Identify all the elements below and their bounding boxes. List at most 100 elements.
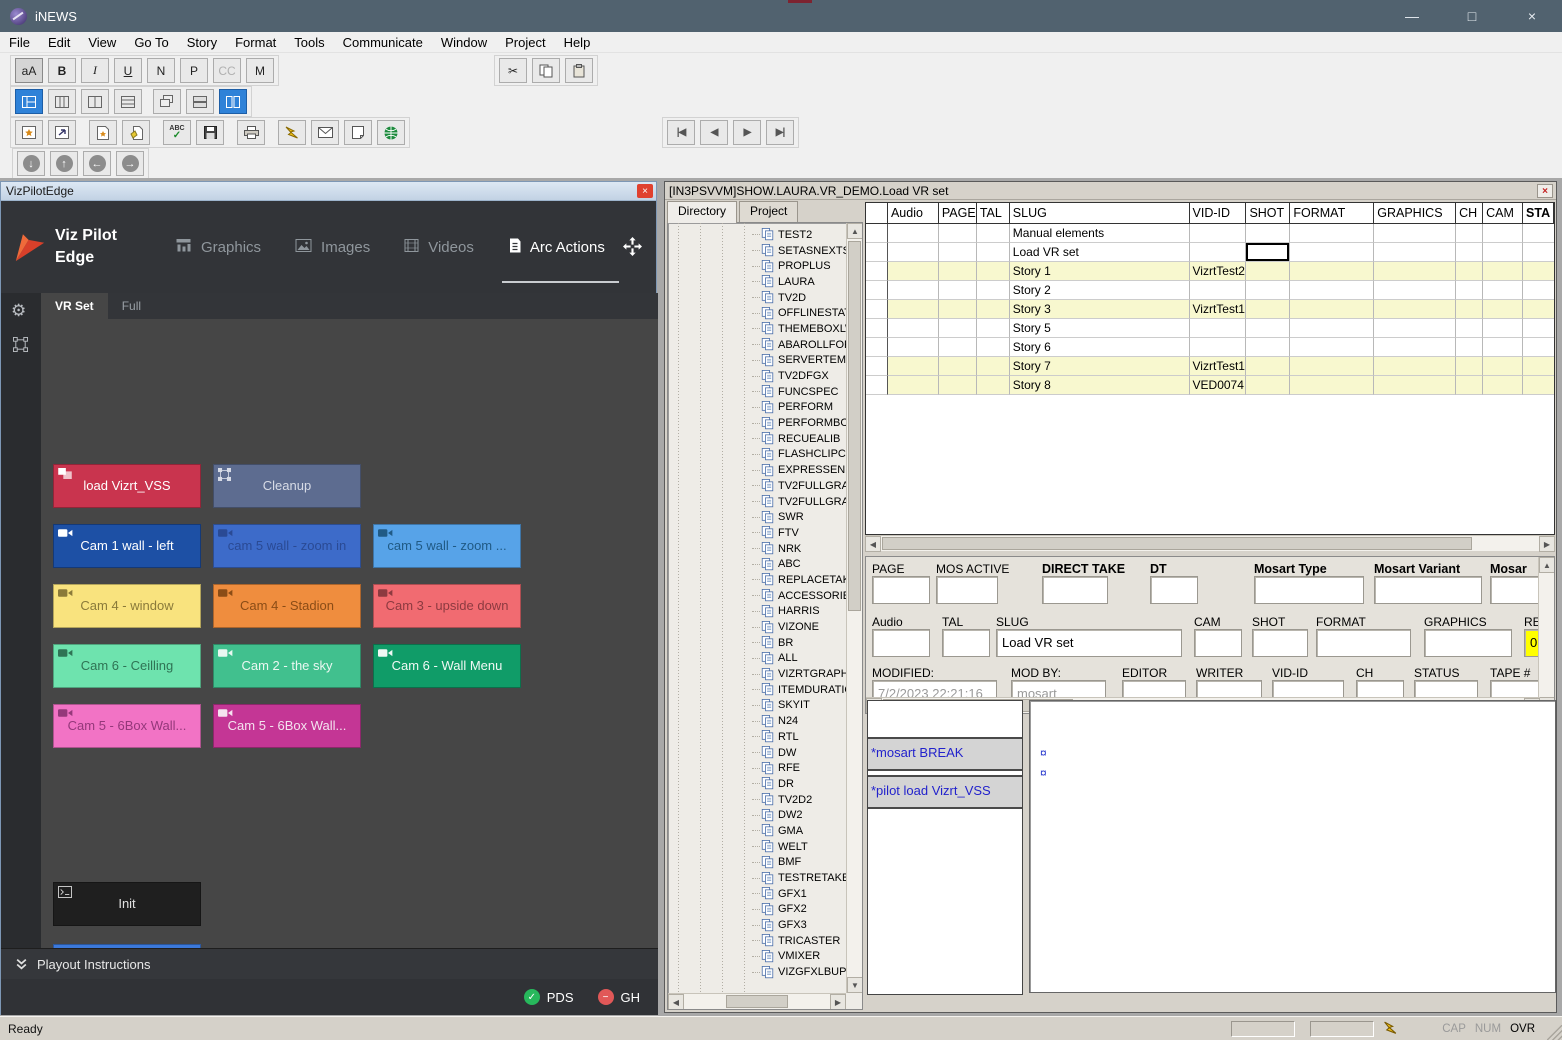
- viz-nav-item[interactable]: Arc Actions: [508, 225, 605, 269]
- tree-item[interactable]: TESTRETAKE: [668, 870, 846, 886]
- menu-item[interactable]: Help: [555, 33, 600, 52]
- arc-action-button[interactable]: Cam 5 - 6Box Wall...: [53, 704, 201, 748]
- rundown-row[interactable]: Story 8 VED0074: [866, 376, 1554, 395]
- menu-item[interactable]: View: [79, 33, 125, 52]
- tree-item[interactable]: TV2FULLGRAPH: [668, 494, 846, 510]
- rundown-row[interactable]: Manual elements: [866, 224, 1554, 243]
- arc-action-button[interactable]: Cam 6 - Wall Menu: [373, 644, 521, 688]
- arc-action-button[interactable]: Cam 4 - Stadion: [213, 584, 361, 628]
- scroll-thumb[interactable]: [848, 241, 861, 611]
- row-selector[interactable]: [866, 319, 888, 338]
- column-header[interactable]: Audio: [888, 203, 939, 224]
- queue-close-icon[interactable]: ×: [1537, 184, 1553, 198]
- arc-action-button[interactable]: Cam 2 - the sky: [213, 644, 361, 688]
- viz-nav-item[interactable]: Videos: [404, 225, 474, 269]
- tree-item[interactable]: GFX3: [668, 917, 846, 933]
- rundown-row[interactable]: Load VR set: [866, 243, 1554, 262]
- story-favorite-icon[interactable]: [89, 120, 117, 145]
- column-header[interactable]: VID-ID: [1190, 203, 1247, 224]
- rundown-row[interactable]: Story 2: [866, 281, 1554, 300]
- tree-item[interactable]: ACCESSORIES: [668, 588, 846, 604]
- tree-item[interactable]: THEMEBOXLWD: [668, 321, 846, 337]
- settings-gear-icon[interactable]: ⚙: [11, 301, 26, 321]
- tree-item[interactable]: NRK: [668, 541, 846, 557]
- tree-item[interactable]: TV2DFGX: [668, 368, 846, 384]
- tree-item[interactable]: ITEMDURATIO: [668, 682, 846, 698]
- tree-item[interactable]: EXPRESSEN: [668, 462, 846, 478]
- tree-item[interactable]: RFE: [668, 760, 846, 776]
- menu-item[interactable]: Format: [226, 33, 285, 52]
- scroll-up-icon[interactable]: ▲: [1539, 557, 1555, 573]
- form-field-input[interactable]: [942, 629, 990, 657]
- format-button[interactable]: N: [147, 58, 175, 83]
- rundown-row[interactable]: Story 7 VizrtTest1: [866, 357, 1554, 376]
- scroll-thumb[interactable]: [882, 537, 1472, 550]
- arrow-button[interactable]: ↑: [50, 151, 78, 176]
- rundown-row[interactable]: Story 6: [866, 338, 1554, 357]
- tree-item[interactable]: OFFLINESTATU: [668, 305, 846, 321]
- menu-item[interactable]: Story: [178, 33, 226, 52]
- row-selector[interactable]: [866, 224, 888, 243]
- form-field-input[interactable]: [1316, 629, 1411, 657]
- tree-item[interactable]: FUNCSPEC: [668, 384, 846, 400]
- tree-item[interactable]: HARRIS: [668, 604, 846, 620]
- tree-item[interactable]: TEST2: [668, 227, 846, 243]
- row-selector[interactable]: [866, 357, 888, 376]
- tree-item[interactable]: GFX1: [668, 886, 846, 902]
- tree-item[interactable]: VIZGFXLBUPC: [668, 964, 846, 980]
- form-field-input[interactable]: [1254, 576, 1364, 604]
- story-nav-button[interactable]: ◀: [700, 120, 728, 145]
- arc-action-button[interactable]: Cam 1 wall - left: [53, 524, 201, 568]
- tree-item[interactable]: SETASNEXTSTO: [668, 243, 846, 259]
- tree-item[interactable]: RECUEALIB: [668, 431, 846, 447]
- menu-item[interactable]: Go To: [125, 33, 177, 52]
- row-selector[interactable]: [866, 300, 888, 319]
- form-field-input[interactable]: [1374, 576, 1482, 604]
- viz-nav-item[interactable]: Images: [295, 225, 370, 269]
- tree-item[interactable]: BMF: [668, 855, 846, 871]
- close-button[interactable]: ×: [1502, 0, 1562, 32]
- scroll-right-icon[interactable]: ▶: [1539, 536, 1555, 552]
- production-cue[interactable]: *pilot load Vizrt_VSS: [868, 777, 1022, 807]
- save-icon[interactable]: [196, 120, 224, 145]
- scroll-right-icon[interactable]: ▶: [830, 994, 846, 1010]
- scroll-left-icon[interactable]: ◀: [668, 994, 684, 1010]
- story-nav-button[interactable]: ▶|: [766, 120, 794, 145]
- tree-item[interactable]: TV2D2: [668, 792, 846, 808]
- tree-item[interactable]: DW2: [668, 807, 846, 823]
- tree-vertical-scrollbar[interactable]: ▲ ▼: [846, 223, 862, 993]
- format-button[interactable]: U: [114, 58, 142, 83]
- format-button[interactable]: aA: [15, 58, 43, 83]
- copy-icon[interactable]: [532, 58, 560, 83]
- scroll-down-icon[interactable]: ▼: [847, 977, 863, 993]
- tree-item[interactable]: PERFORMBCK: [668, 415, 846, 431]
- cascade-windows-icon[interactable]: [153, 89, 181, 114]
- maximize-button[interactable]: □: [1442, 0, 1502, 32]
- grid-horizontal-scrollbar[interactable]: ◀ ▶: [865, 535, 1555, 551]
- tree-item[interactable]: TRICASTER: [668, 933, 846, 949]
- viz-tab[interactable]: VR Set: [41, 293, 108, 319]
- story-body-editor[interactable]: ¤ ¤: [1029, 700, 1556, 993]
- open-window-icon[interactable]: [48, 120, 76, 145]
- tree-item[interactable]: VIZONE: [668, 619, 846, 635]
- menu-item[interactable]: Edit: [39, 33, 79, 52]
- format-button[interactable]: P: [180, 58, 208, 83]
- tree-item[interactable]: ALL: [668, 651, 846, 667]
- form-field-input[interactable]: [1424, 629, 1512, 657]
- form-field-input[interactable]: Load VR set: [996, 629, 1182, 657]
- column-header[interactable]: PAGE: [939, 203, 977, 224]
- format-button[interactable]: CC: [213, 58, 241, 83]
- format-button[interactable]: M: [246, 58, 274, 83]
- arc-action-button[interactable]: Init: [53, 882, 201, 926]
- story-nav-button[interactable]: |◀: [667, 120, 695, 145]
- form-field-input[interactable]: [936, 576, 998, 604]
- tree-item[interactable]: GMA: [668, 823, 846, 839]
- tree-item[interactable]: VIZRTGRAPHIC: [668, 666, 846, 682]
- cue-cell-empty[interactable]: [868, 809, 1022, 989]
- tree-item[interactable]: DR: [668, 776, 846, 792]
- vizpilotedge-titlebar[interactable]: VizPilotEdge ×: [1, 182, 656, 201]
- rundown-row[interactable]: Story 5: [866, 319, 1554, 338]
- form-field-input[interactable]: [1150, 576, 1198, 604]
- column-header[interactable]: SHOT: [1246, 203, 1290, 224]
- menu-item[interactable]: Tools: [285, 33, 333, 52]
